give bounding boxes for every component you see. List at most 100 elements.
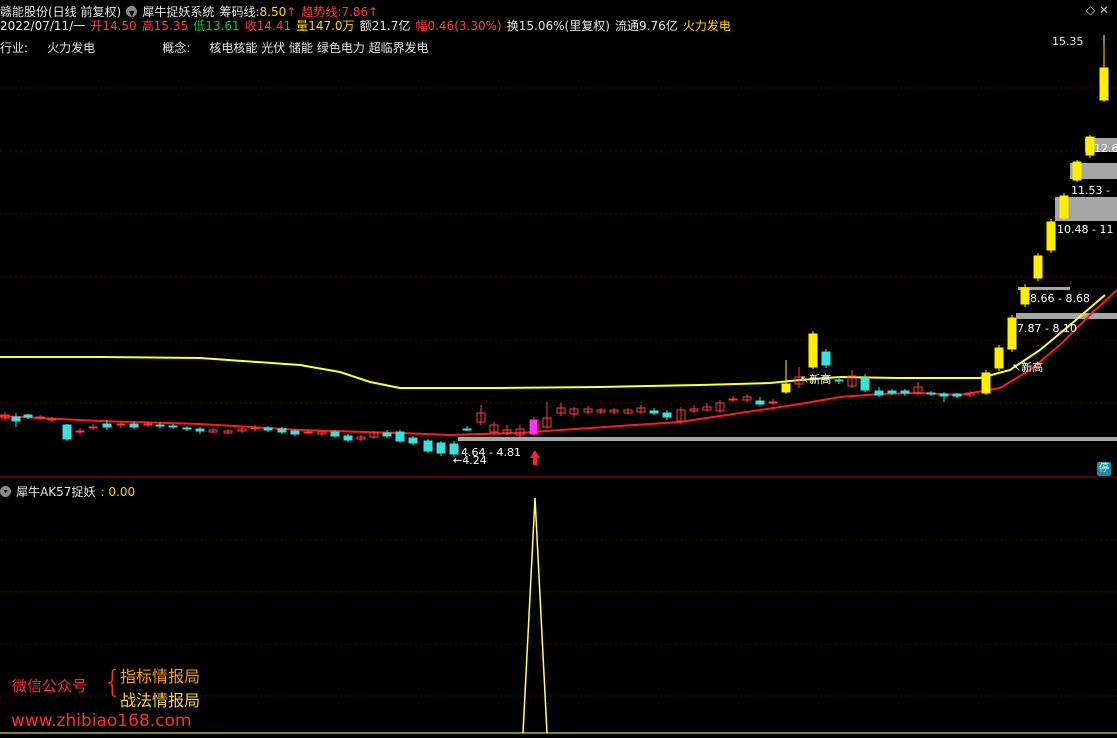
- new-high-label-2: ↖新高: [1012, 360, 1043, 374]
- candle: [542, 402, 552, 429]
- candle: [1007, 315, 1017, 352]
- high-label: 高: [141, 19, 154, 33]
- candle: [847, 370, 857, 388]
- candle: [939, 392, 949, 402]
- candle: [728, 396, 738, 402]
- candle: [636, 405, 646, 414]
- zone-label-2: 11.53 -: [1071, 184, 1110, 197]
- candle: [168, 424, 178, 429]
- open-value: 14.50: [102, 19, 137, 33]
- wechat-label: 微信公众号: [12, 677, 88, 695]
- candle: [382, 430, 392, 438]
- zone-label-1: 12.68: [1094, 142, 1117, 155]
- candle: [821, 349, 831, 368]
- indicator-value: : 0.00: [100, 485, 136, 499]
- candle: [515, 425, 525, 437]
- info-row: 行业: 火力发电 概念: 核电核能 光伏 储能 绿色电力 超临界发电: [0, 37, 429, 56]
- candle: [808, 331, 818, 369]
- price-top-label: 15.35: [1052, 35, 1084, 48]
- window-controls-icon[interactable]: ◇ ✕: [1086, 3, 1109, 17]
- open-label: 开: [90, 19, 103, 33]
- candle: [609, 408, 619, 414]
- close-value: 14.41: [256, 19, 292, 33]
- candle: [489, 422, 499, 434]
- candle: [62, 424, 72, 441]
- candle: [408, 436, 418, 445]
- candle: [11, 413, 21, 427]
- candle: [900, 389, 910, 396]
- candle: [250, 425, 260, 431]
- candle: [476, 405, 486, 425]
- candle: [689, 405, 699, 413]
- low-price-label: ←4.24: [453, 454, 487, 467]
- candle: [502, 425, 512, 435]
- candle: [702, 403, 712, 412]
- industry-tag: 火力发电: [682, 19, 731, 33]
- candle: [596, 408, 606, 414]
- candle: [208, 428, 218, 433]
- chip-zones: [458, 138, 1117, 441]
- candle: [994, 345, 1004, 371]
- candle: [317, 431, 327, 436]
- indicator-title[interactable]: 犀牛AK57捉妖: [16, 485, 95, 499]
- candle: [88, 424, 98, 430]
- website-url[interactable]: www.zhibiao168.com: [11, 711, 191, 731]
- candle: [715, 400, 725, 413]
- zone-label-3: 10.48 - 11: [1057, 223, 1113, 236]
- candle: [1033, 253, 1043, 281]
- chip-line: [0, 294, 1106, 389]
- wechat-account-2: 战法情报局: [120, 691, 201, 710]
- candle: [343, 434, 353, 442]
- zone-label-4: 8.66 - 8.68: [1030, 292, 1090, 305]
- candle: [462, 426, 472, 431]
- candle: [569, 407, 579, 417]
- candle: [952, 393, 962, 398]
- chart-header: 赣能股份(日线 前复权) ▾ 犀牛捉妖系统 筹码线:8.50↑ 趋势线:7.86…: [0, 0, 1117, 34]
- header-row-2: 2022/07/11/一 开14.50 高15.35 低13.61 收14.41…: [0, 15, 731, 34]
- candle: [75, 428, 85, 435]
- industry-value: 火力发电: [47, 41, 96, 55]
- concept-list: 核电核能 光伏 储能 绿色电力 超临界发电: [209, 41, 429, 55]
- grid-lines: [0, 87, 1117, 404]
- ak57-spike: [522, 497, 548, 734]
- candle: [874, 387, 884, 397]
- zone-label-5: 7.87 - 8.10: [1017, 322, 1077, 335]
- candle: [649, 408, 659, 415]
- chip-zone: [1016, 313, 1117, 319]
- concept-label: 概念:: [162, 41, 191, 55]
- candle: [1085, 135, 1095, 158]
- low-label: 低: [193, 19, 206, 33]
- main-price-chart[interactable]: 15.35 12.68 11.53 - 10.48 - 11 8.66 - 8.…: [0, 0, 1117, 478]
- candle: [768, 399, 778, 405]
- industry-label: 行业:: [0, 41, 29, 55]
- volume: 量147.0万: [296, 19, 355, 33]
- chevron-down-icon[interactable]: ▾: [0, 486, 11, 497]
- candle: [223, 429, 233, 434]
- candle: [1046, 219, 1056, 253]
- candle: [182, 426, 192, 431]
- candle: [35, 415, 45, 420]
- candle: [237, 427, 247, 433]
- change-label: 幅: [415, 19, 428, 33]
- low-value: 13.61: [205, 19, 240, 33]
- candle: [755, 397, 765, 406]
- new-high-label-1: ↖新高: [800, 372, 831, 386]
- stop-badge[interactable]: 停: [1097, 462, 1111, 476]
- candle: [395, 430, 405, 443]
- candle: [662, 410, 672, 420]
- candle: [423, 439, 433, 453]
- candlesticks: [0, 35, 1109, 457]
- candle: [742, 394, 752, 402]
- candle: [781, 360, 791, 394]
- candle: [926, 391, 936, 396]
- change-value: 0.46(3.30%): [427, 19, 502, 33]
- candle: [676, 407, 686, 424]
- bar-date: 2022/07/11/一: [0, 19, 86, 33]
- candle: [1099, 35, 1109, 102]
- float-cap: 流通9.76亿: [615, 19, 678, 33]
- candle: [436, 441, 446, 456]
- candle: [913, 382, 923, 395]
- candle: [356, 435, 366, 441]
- candle: [116, 422, 126, 428]
- chip-zone: [458, 437, 1117, 441]
